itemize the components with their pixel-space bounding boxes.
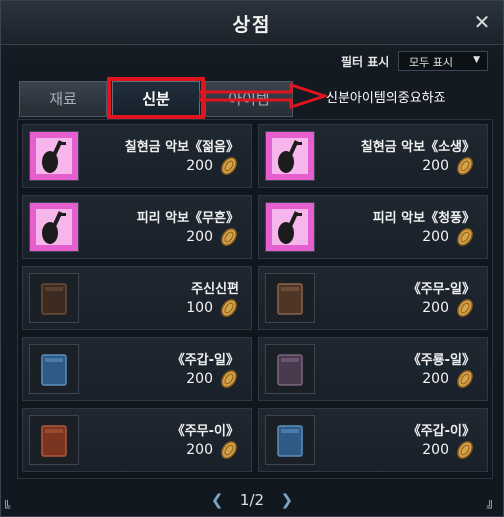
book-icon (29, 415, 79, 465)
book-icon (265, 415, 315, 465)
item-price: 100 (186, 300, 213, 316)
coin-icon (221, 441, 237, 459)
chevron-right-icon[interactable]: ❯ (277, 491, 297, 509)
window-title: 상점 (232, 14, 272, 36)
book-icon (29, 344, 79, 394)
music-score-icon (265, 131, 315, 181)
coin-icon (221, 299, 237, 317)
item-name: 《주무-일》 (407, 282, 475, 297)
item-price: 200 (186, 442, 213, 458)
item-name: 《주갑-일》 (171, 353, 239, 368)
item-price: 200 (422, 300, 449, 316)
music-score-icon (29, 131, 79, 181)
item-price: 200 (186, 371, 213, 387)
shop-item-card[interactable]: 《주룡-일》 200 (258, 337, 488, 401)
item-price: 200 (422, 229, 449, 245)
titlebar: 상점 ✕ (1, 1, 503, 45)
shop-item-card[interactable]: 주신신편 100 (22, 266, 252, 330)
shop-item-card[interactable]: 《주무-일》 200 (258, 266, 488, 330)
item-price: 200 (422, 158, 449, 174)
coin-icon (221, 157, 237, 175)
item-name: 칠현금 악보《젊음》 (124, 140, 239, 155)
annotation-text: 신분아이템의중요하죠 (326, 91, 446, 106)
filter-selected-value: 모두 표시 (409, 56, 453, 69)
close-icon[interactable]: ✕ (471, 11, 493, 33)
coin-icon (457, 441, 473, 459)
item-name: 《주무-이》 (171, 424, 239, 439)
page-indicator: 1/2 (239, 491, 265, 509)
music-score-icon (265, 202, 315, 252)
item-name: 칠현금 악보《소생》 (360, 140, 475, 155)
chevron-left-icon[interactable]: ❮ (207, 491, 227, 509)
item-name: 주신신편 (191, 282, 239, 297)
book-icon (29, 273, 79, 323)
item-name: 피리 악보《무흔》 (136, 211, 239, 226)
item-name: 《주갑-이》 (407, 424, 475, 439)
shop-item-card[interactable]: 피리 악보《청풍》 200 (258, 195, 488, 259)
annotation-arrow-icon (199, 83, 327, 109)
highlight-box (107, 77, 205, 119)
item-list-panel: 칠현금 악보《젊음》 200 칠현금 악보《소생》 200 피리 악보《무흔》 … (17, 119, 493, 479)
shop-item-card[interactable]: 《주갑-이》 200 (258, 408, 488, 472)
item-price: 200 (186, 229, 213, 245)
item-name: 피리 악보《청풍》 (372, 211, 475, 226)
tab-materials[interactable]: 재료 (19, 81, 107, 117)
shop-item-card[interactable]: 칠현금 악보《소생》 200 (258, 124, 488, 188)
filter-dropdown[interactable]: 모두 표시 ▼ (398, 51, 488, 71)
shop-window: ╔ ╗ ╚ ╝ 상점 ✕ 필터 표시 모두 표시 ▼ 재료 신분 아이템 신분아… (0, 0, 504, 517)
pagination: ❮ 1/2 ❯ (1, 491, 503, 509)
dropdown-arrow-icon: ▼ (473, 55, 480, 65)
coin-icon (457, 228, 473, 246)
coin-icon (457, 370, 473, 388)
item-price: 200 (422, 371, 449, 387)
coin-icon (221, 228, 237, 246)
shop-item-card[interactable]: 《주무-이》 200 (22, 408, 252, 472)
coin-icon (221, 370, 237, 388)
filter-label: 필터 표시 (341, 55, 390, 69)
item-name: 《주룡-일》 (407, 353, 475, 368)
item-price: 200 (186, 158, 213, 174)
music-score-icon (29, 202, 79, 252)
coin-icon (457, 157, 473, 175)
coin-icon (457, 299, 473, 317)
shop-item-card[interactable]: 《주갑-일》 200 (22, 337, 252, 401)
item-price: 200 (422, 442, 449, 458)
shop-item-card[interactable]: 칠현금 악보《젊음》 200 (22, 124, 252, 188)
book-icon (265, 273, 315, 323)
shop-item-card[interactable]: 피리 악보《무흔》 200 (22, 195, 252, 259)
book-icon (265, 344, 315, 394)
